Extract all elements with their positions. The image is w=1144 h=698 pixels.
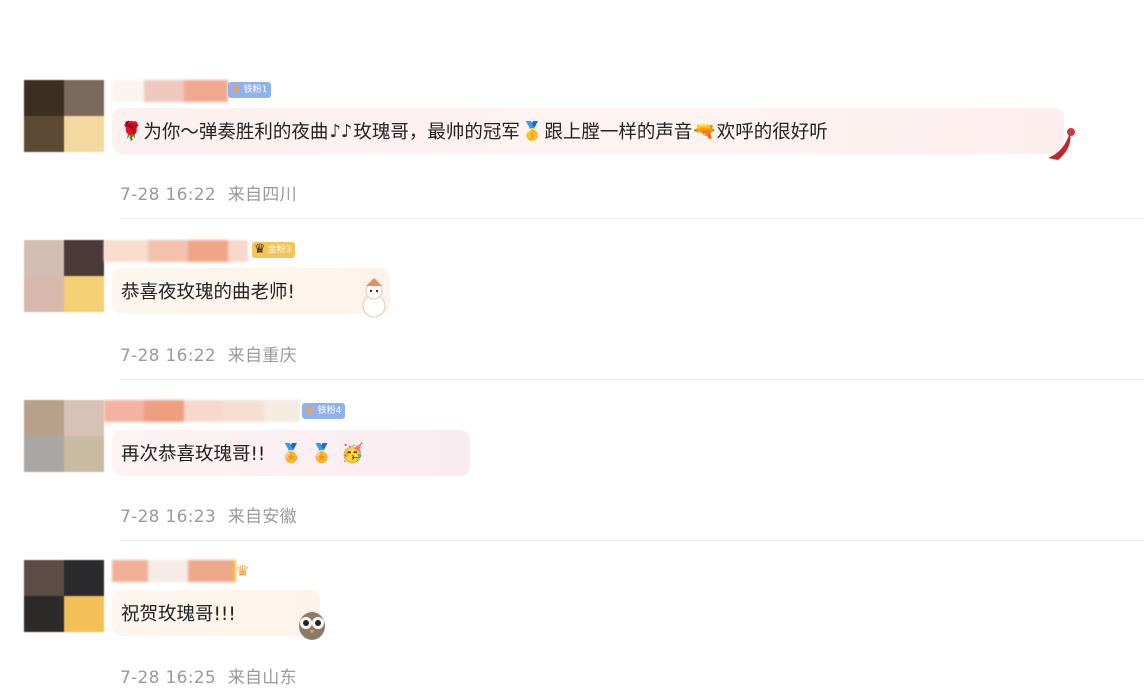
crown-icon: ♛ — [254, 242, 266, 257]
comment-bubble[interactable]: 再次恭喜玫瑰哥!! 🏅 🏅 🥳 — [112, 430, 470, 476]
fan-badge: ♛ 金粉3 — [252, 242, 296, 258]
owl-sticker-icon — [292, 604, 332, 644]
avatar[interactable] — [24, 400, 104, 472]
avatar[interactable] — [24, 560, 104, 632]
fan-badge-label: 铁粉1 — [243, 85, 268, 95]
water-gun-icon: 🔫 — [693, 120, 716, 142]
avatar[interactable] — [24, 240, 104, 312]
comment-text: 祝贺玫瑰哥!!! — [121, 604, 236, 625]
fan-badge: ♛ — [236, 563, 251, 579]
comment-time: 7-28 16:22 — [120, 346, 216, 366]
fan-badge: ♛ 铁粉1 — [228, 82, 272, 98]
comment-location: 来自四川 — [227, 185, 297, 205]
username-blurred[interactable] — [104, 240, 248, 262]
fan-badge-label: 铁粉4 — [317, 406, 342, 416]
avatar[interactable] — [24, 80, 104, 152]
comment-list: ♛ 铁粉1 🌹 为你～弹奏胜利的夜曲 ♪♪ 玫瑰哥，最帅的冠军 🥇 跟上膛一样的… — [0, 0, 1144, 698]
crown-icon: ♛ — [236, 562, 250, 580]
divider — [120, 379, 1144, 380]
comment-text: 为你～弹奏胜利的夜曲 — [143, 122, 329, 143]
crown-icon: ♛ — [304, 403, 316, 418]
music-notes-icon: ♪♪ — [329, 120, 353, 142]
username-blurred[interactable] — [112, 80, 228, 102]
party-face-icon: 🥳 — [341, 442, 364, 464]
comment-time: 7-28 16:25 — [120, 668, 216, 688]
comment-time: 7-28 16:23 — [120, 507, 216, 527]
comment-text: 恭喜夜玫瑰的曲老师! — [121, 282, 295, 303]
fan-badge-label: 金粉3 — [267, 245, 292, 255]
fan-badge: ♛ 铁粉4 — [302, 403, 346, 419]
comment-location: 来自安徽 — [227, 507, 297, 527]
divider — [120, 218, 1144, 219]
medal-face-icon: 🏅 — [310, 442, 334, 464]
snowman-sticker-icon — [352, 276, 392, 318]
comment-text: 玫瑰哥，最帅的冠军 — [353, 122, 520, 143]
comment-location: 来自山东 — [227, 668, 297, 688]
comment-text: 跟上膛一样的声音 — [544, 122, 693, 143]
comment-meta: 7-28 16:22 来自四川 — [120, 180, 297, 205]
username-blurred[interactable] — [104, 400, 300, 422]
comment-bubble[interactable]: 🌹 为你～弹奏胜利的夜曲 ♪♪ 玫瑰哥，最帅的冠军 🥇 跟上膛一样的声音 🔫 欢… — [112, 108, 1064, 154]
crown-icon: ♛ — [230, 82, 242, 97]
comment-meta: 7-28 16:23 来自安徽 — [120, 502, 297, 527]
rose-ribbon-decoration-icon — [1040, 124, 1080, 164]
gold-medal-icon: 🥇 — [520, 120, 544, 142]
comment-text: 再次恭喜玫瑰哥!! — [121, 444, 266, 465]
comment-text: 欢呼的很好听 — [716, 122, 828, 143]
comment-bubble[interactable]: 恭喜夜玫瑰的曲老师! — [112, 268, 390, 314]
comment-location: 来自重庆 — [227, 346, 297, 366]
comment-meta: 7-28 16:25 来自山东 — [120, 663, 297, 688]
divider — [120, 540, 1144, 541]
medal-face-icon: 🏅 — [280, 442, 303, 464]
username-blurred[interactable] — [112, 560, 236, 582]
comment-time: 7-28 16:22 — [120, 185, 216, 205]
comment-bubble[interactable]: 祝贺玫瑰哥!!! — [112, 590, 320, 636]
comment-meta: 7-28 16:22 来自重庆 — [120, 341, 297, 366]
rose-icon: 🌹 — [120, 120, 143, 142]
